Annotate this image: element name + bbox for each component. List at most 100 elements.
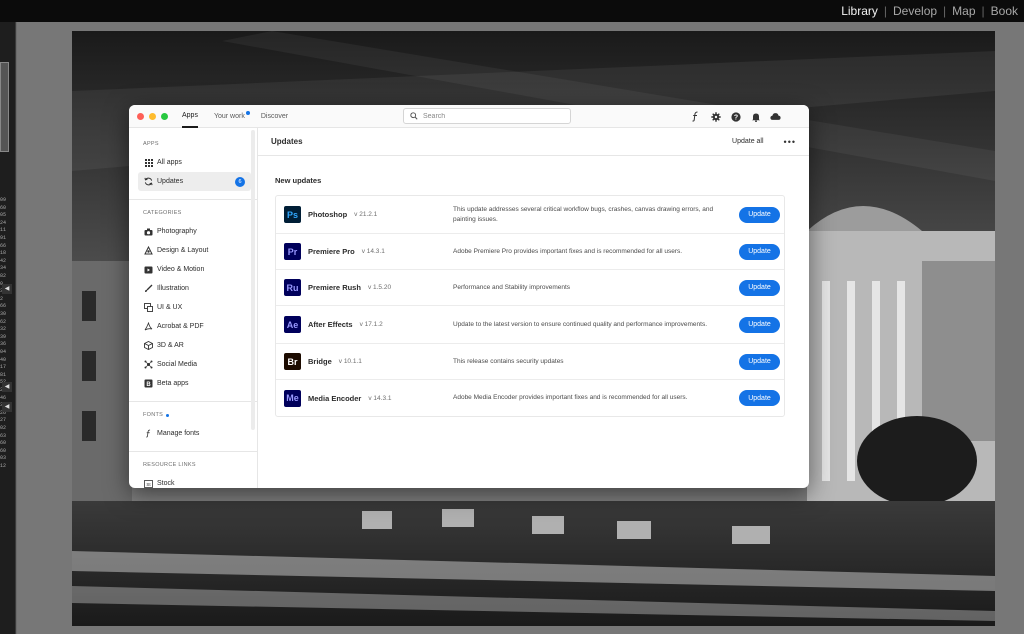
app-name: Media Encoder <box>308 393 362 403</box>
update-row-media-encoder: Me Media Encoder v 14.3.1 Adobe Media Encod… <box>276 380 784 416</box>
filmstrip-number: 63 <box>0 432 7 439</box>
sidebar-divider <box>129 451 257 452</box>
sidebar-scrollbar[interactable] <box>251 130 255 430</box>
ui-icon <box>144 303 153 312</box>
filmstrip-number: 11 <box>0 227 7 234</box>
sidebar-item-photography[interactable]: Photography <box>138 222 251 241</box>
main-tabs: Apps Your work Discover <box>182 105 288 128</box>
sidebar-item-label: Beta apps <box>157 380 189 387</box>
sidebar-item-design-layout[interactable]: Design & Layout <box>138 241 251 260</box>
update-description: This release contains security updates <box>453 357 564 365</box>
module-develop[interactable]: Develop <box>887 4 943 18</box>
module-library[interactable]: Library <box>835 4 884 18</box>
module-map[interactable]: Map <box>946 4 981 18</box>
filmstrip-number: 66 <box>0 242 7 249</box>
app-icon: Ru <box>284 279 301 296</box>
close-window-button[interactable] <box>137 112 144 120</box>
search-input[interactable] <box>423 112 563 120</box>
cube-icon <box>144 341 153 350</box>
design-icon <box>144 246 153 255</box>
tab-discover[interactable]: Discover <box>261 105 288 128</box>
sidebar-item-beta-apps[interactable]: B Beta apps <box>138 374 251 393</box>
module-book[interactable]: Book <box>985 4 1024 18</box>
cloud-icon[interactable] <box>770 111 781 122</box>
tab-your-work[interactable]: Your work <box>213 105 250 128</box>
filmstrip-number: 81 <box>0 371 7 378</box>
page-title: Updates <box>271 137 303 146</box>
update-all-button[interactable]: Update all <box>732 138 764 145</box>
filmstrip-number: 2 <box>0 295 4 302</box>
notification-dot <box>245 110 250 115</box>
sidebar-item-label: Illustration <box>157 285 189 292</box>
filmstrip-thumbnail[interactable] <box>0 62 9 152</box>
filmstrip-number: 24 <box>0 219 7 226</box>
app-name: After Effects <box>308 320 353 329</box>
update-row-after-effects: Ae After Effects v 17.1.2 Update to the lat… <box>276 306 784 344</box>
update-button[interactable]: Update <box>739 353 780 370</box>
fonts-icon[interactable] <box>690 111 701 122</box>
categories-list: Photography Design & Layout Video & Motion… <box>129 222 257 393</box>
bell-icon[interactable] <box>750 111 761 122</box>
update-description: Performance and Stability improvements <box>453 283 571 291</box>
panel-arrow-icon[interactable]: ◀ <box>2 402 12 412</box>
filmstrip-number: 04 <box>0 349 7 355</box>
filmstrip-number: 12 <box>0 463 7 469</box>
brush-icon <box>144 284 153 293</box>
help-icon[interactable]: ? <box>730 111 741 122</box>
sidebar-item-illustration[interactable]: Illustration <box>138 279 251 298</box>
sidebar-item-video-motion[interactable]: Video & Motion <box>138 260 251 279</box>
update-button[interactable]: Update <box>739 316 780 333</box>
app-icon: Br <box>284 353 301 370</box>
filmstrip-number: 40 <box>0 356 7 363</box>
filmstrip-number: 39 <box>0 333 7 340</box>
tab-apps[interactable]: Apps <box>182 105 198 128</box>
maximize-window-button[interactable] <box>161 112 168 120</box>
update-description: Adobe Media Encoder provides important f… <box>453 394 688 402</box>
search-icon <box>410 107 418 125</box>
main-header: Updates Update all ••• <box>258 128 809 156</box>
update-button[interactable]: Update <box>739 243 780 260</box>
sidebar-item-label: 3D & AR <box>157 342 184 349</box>
filmstrip-number: 17 <box>0 364 7 371</box>
gear-icon[interactable] <box>710 111 721 122</box>
update-row-premiere-rush: Ru Premiere Rush v 1.5.20 Performance and S… <box>276 270 784 306</box>
tab-your-work-label: Your work <box>213 112 245 120</box>
update-button[interactable]: Update <box>739 279 780 296</box>
sidebar-item-updates[interactable]: Updates 6 <box>138 172 251 191</box>
sidebar-item-ui-ux[interactable]: UI & UX <box>138 298 251 317</box>
minimize-window-button[interactable] <box>149 112 156 120</box>
update-button[interactable]: Update <box>739 206 780 223</box>
sidebar-item-label: Video & Motion <box>157 266 205 273</box>
sidebar-item-stock[interactable]: St Stock <box>138 474 251 488</box>
sidebar-item-social-media[interactable]: Social Media <box>138 355 251 374</box>
search-box <box>403 108 571 124</box>
sidebar-item-3d-ar[interactable]: 3D & AR <box>138 336 251 355</box>
app-name: Bridge <box>308 357 332 366</box>
sidebar-item-all-apps[interactable]: All apps <box>138 153 251 172</box>
updates-list: Ps Photoshop v 21.2.1 This update addresses… <box>275 195 785 417</box>
filmstrip-number: 03 <box>0 455 7 462</box>
sidebar-item-label: Acrobat & PDF <box>157 323 204 330</box>
sidebar-item-label: Social Media <box>157 361 198 368</box>
updates-count-badge: 6 <box>235 177 245 187</box>
filmstrip-number: 46 <box>0 394 7 401</box>
sidebar-item-label: Design & Layout <box>157 247 209 254</box>
filmstrip-number: 09 <box>0 197 7 203</box>
sidebar-item-label: Manage fonts <box>157 430 200 437</box>
grid-icon <box>144 158 153 167</box>
app-version: v 21.2.1 <box>354 211 378 218</box>
update-button[interactable]: Update <box>739 390 780 406</box>
app-version: v 17.1.2 <box>359 321 383 328</box>
more-options-button[interactable]: ••• <box>784 137 796 147</box>
sidebar-item-acrobat-pdf[interactable]: Acrobat & PDF <box>138 317 251 336</box>
sidebar: APPS All apps Updates 6 CATEGORIES Photo… <box>129 128 258 488</box>
panel-arrow-icon[interactable]: ◀ <box>2 284 12 294</box>
filmstrip-number: 60 <box>0 440 7 447</box>
panel-arrow-icon[interactable]: ◀ <box>2 382 12 392</box>
update-description: This update addresses several critical w… <box>453 206 714 223</box>
cc-body: APPS All apps Updates 6 CATEGORIES Photo… <box>129 128 809 488</box>
sidebar-item-manage-fonts[interactable]: Manage fonts <box>138 424 251 443</box>
sidebar-item-label: Stock <box>157 480 175 487</box>
tab-discover-label: Discover <box>260 112 289 120</box>
filmstrip-number: 27 <box>0 417 7 424</box>
